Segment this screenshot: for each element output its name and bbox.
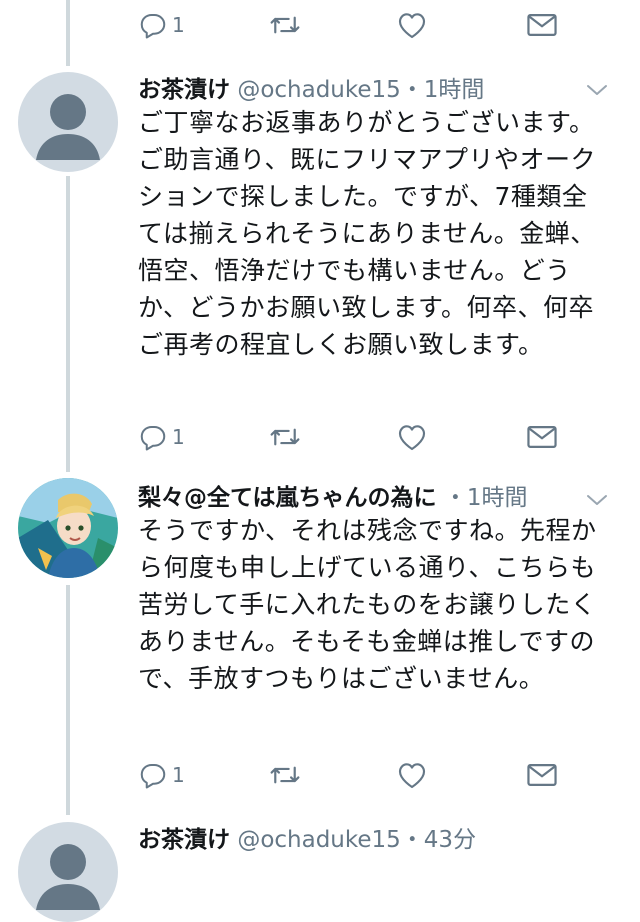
tweet-text: そうですか、それは残念ですね。先程から何度も申し上げている通り、こちらも苦労して… [138,516,597,693]
anime-character-avatar-icon [18,478,118,578]
retweet-button[interactable] [268,420,302,454]
tweet-text: ご丁寧なお返事ありがとうございます。ご助言通り、既にフリマアプリやオークションで… [138,108,597,359]
tweet-actions: 1 [138,758,578,792]
display-name[interactable]: お茶漬け [138,77,230,103]
display-name[interactable]: 梨々@全ては嵐ちゃんの為に [138,485,437,511]
thread-line [66,585,70,815]
timestamp[interactable]: 1時間 [467,485,528,511]
dm-button[interactable] [526,8,558,42]
like-button[interactable] [396,8,428,42]
tweet-header: お茶漬け @ochaduke15・43分 [138,820,476,854]
separator-dot: ・ [400,827,424,853]
like-button[interactable] [396,758,428,792]
mail-icon [527,764,557,786]
timestamp[interactable]: 43分 [424,827,476,853]
reply-count: 1 [172,425,185,449]
reply-count: 1 [172,13,185,37]
retweet-icon [270,766,300,784]
avatar[interactable] [18,822,118,922]
mail-icon [527,14,557,36]
retweet-button[interactable] [268,8,302,42]
heart-icon [398,425,426,451]
tweet-header: 梨々@全ては嵐ちゃんの為に ・1時間 [138,478,528,512]
thread-line [66,0,70,66]
separator-dot: ・ [443,485,467,511]
reply-button[interactable]: 1 [138,758,185,792]
default-avatar-icon [36,844,100,910]
reply-icon [140,426,166,451]
avatar[interactable] [18,72,118,172]
tweet-actions: 1 [138,420,578,454]
reply-button[interactable]: 1 [138,8,185,42]
user-handle[interactable]: @ochaduke15 [237,827,400,853]
retweet-icon [270,428,300,446]
reply-button[interactable]: 1 [138,420,185,454]
retweet-button[interactable] [268,758,302,792]
display-name[interactable]: お茶漬け [138,827,230,853]
separator-dot: ・ [400,77,424,103]
avatar[interactable] [18,478,118,578]
chevron-down-icon[interactable] [584,490,610,510]
default-avatar-icon [36,94,100,160]
tweet-actions: 1 [138,8,578,42]
like-button[interactable] [396,420,428,454]
dm-button[interactable] [526,758,558,792]
reply-icon [140,14,166,39]
dm-button[interactable] [526,420,558,454]
user-handle[interactable]: @ochaduke15 [237,77,400,103]
tweet-header: お茶漬け @ochaduke15・1時間 [138,70,484,104]
reply-count: 1 [172,763,185,787]
chevron-down-icon[interactable] [584,80,610,100]
mail-icon [527,426,557,448]
heart-icon [398,13,426,39]
heart-icon [398,763,426,789]
thread-line [66,176,70,472]
timestamp[interactable]: 1時間 [424,77,485,103]
retweet-icon [270,16,300,34]
reply-icon [140,764,166,789]
